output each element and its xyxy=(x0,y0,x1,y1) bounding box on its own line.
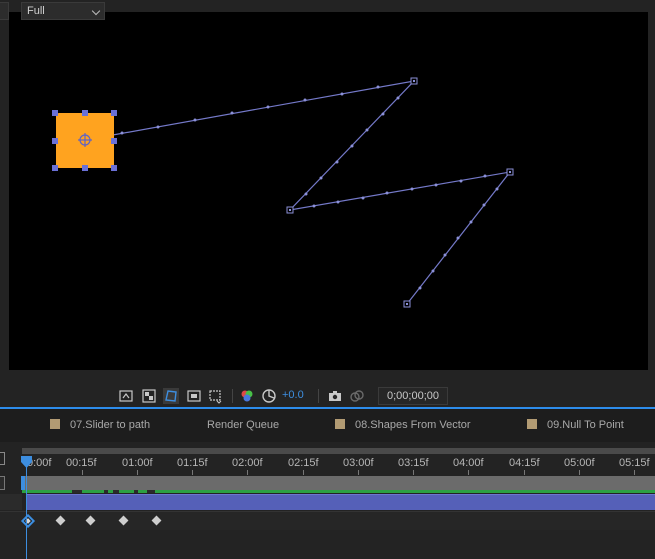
tab-label: 09.Null To Point xyxy=(547,419,624,431)
ruler-tick xyxy=(524,470,525,475)
snapshot-region-icon[interactable] xyxy=(118,388,134,404)
ruler-tick xyxy=(247,470,248,475)
show-snapshot-icon[interactable] xyxy=(349,388,365,404)
ruler-tick xyxy=(192,470,193,475)
ruler-tick xyxy=(634,470,635,475)
timeline-empty-area xyxy=(0,530,655,559)
ruler-label: 00:15f xyxy=(66,457,97,469)
magnification-dropdown[interactable] xyxy=(0,2,9,20)
motion-path-overlay xyxy=(52,77,514,308)
ruler-label: 01:00f xyxy=(122,457,153,469)
ruler-label: 04:00f xyxy=(453,457,484,469)
toolbar-separator xyxy=(232,389,233,403)
layer-duration-bar[interactable] xyxy=(26,494,655,510)
camera-snapshot-icon[interactable] xyxy=(327,388,343,404)
chevron-down-icon xyxy=(91,6,101,16)
time-navigator-start-handle[interactable] xyxy=(0,452,5,465)
work-area-start-marker[interactable] xyxy=(0,476,5,490)
ruler-tick xyxy=(579,470,580,475)
cache-gap xyxy=(104,490,108,493)
current-time-value: 0;00;00;00 xyxy=(387,390,439,402)
ruler-label: 05:15f xyxy=(619,457,650,469)
motion-path xyxy=(84,80,512,305)
tab-09-null-to-point[interactable]: 09.Null To Point xyxy=(527,419,624,433)
keyframe-handles[interactable] xyxy=(286,77,514,308)
work-area-start-handle[interactable] xyxy=(21,476,25,490)
work-area-bar[interactable] xyxy=(22,476,655,490)
reset-exposure-icon[interactable] xyxy=(261,388,277,404)
mask-visibility-icon[interactable] xyxy=(163,388,179,404)
tab-label: Render Queue xyxy=(207,419,280,431)
comp-color-swatch xyxy=(527,419,537,429)
tab-07-slider-to-path[interactable]: 07.Slider to path xyxy=(50,419,150,433)
transparency-grid-icon[interactable] xyxy=(141,388,157,404)
cache-gap xyxy=(113,490,119,493)
current-time-display[interactable]: 0;00;00;00 xyxy=(378,387,448,405)
channel-color-icon[interactable] xyxy=(239,388,255,404)
ruler-label: 01:15f xyxy=(177,457,208,469)
ruler-label: 03:15f xyxy=(398,457,429,469)
time-navigator-bar[interactable] xyxy=(22,448,655,454)
tab-label: 08.Shapes From Vector xyxy=(355,419,471,431)
comp-color-swatch xyxy=(50,419,60,429)
ruler-label: 02:00f xyxy=(232,457,263,469)
ruler-label: 02:15f xyxy=(288,457,319,469)
tab-08-shapes-from-vector[interactable]: 08.Shapes From Vector xyxy=(335,419,471,433)
resolution-dropdown[interactable]: Full xyxy=(21,2,105,20)
ruler-tick xyxy=(137,470,138,475)
region-of-interest-icon[interactable] xyxy=(207,388,223,404)
ruler-tick xyxy=(82,470,83,475)
ruler-label: 04:15f xyxy=(509,457,540,469)
layer-row-gutter xyxy=(0,494,22,510)
resolution-value: Full xyxy=(27,5,45,17)
comp-color-swatch xyxy=(335,419,345,429)
safe-zones-icon[interactable] xyxy=(186,388,202,404)
ruler-tick xyxy=(413,470,414,475)
keyframe-track xyxy=(0,512,655,530)
current-time-indicator-line[interactable] xyxy=(26,462,27,559)
tab-label: 07.Slider to path xyxy=(70,419,151,431)
ruler-tick xyxy=(468,470,469,475)
exposure-value[interactable]: +0.0 xyxy=(282,389,304,401)
cache-gap xyxy=(134,490,138,493)
ruler-tick xyxy=(358,470,359,475)
tab-render-queue[interactable]: Render Queue xyxy=(207,419,279,433)
ruler-label: 05:00f xyxy=(564,457,595,469)
cache-gap xyxy=(72,490,82,493)
cache-gap xyxy=(147,490,155,493)
playhead-icon[interactable] xyxy=(21,456,32,468)
toolbar-separator xyxy=(318,389,319,403)
ruler-label: 03:00f xyxy=(343,457,374,469)
ruler-tick xyxy=(303,470,304,475)
